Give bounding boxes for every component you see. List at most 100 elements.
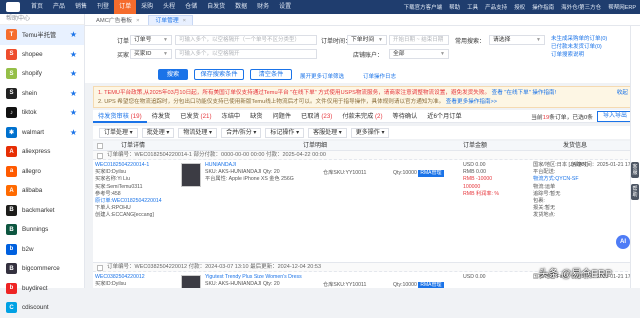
- more-filters-link[interactable]: 展开更多订单筛选: [300, 72, 344, 80]
- notice-link-1[interactable]: 查看 "在线下单" 操作指南!: [492, 90, 557, 96]
- star-icon[interactable]: ★: [70, 108, 77, 117]
- status-tab-7[interactable]: 付款未完成 (2): [337, 110, 387, 123]
- nav-item-4[interactable]: 订单: [114, 0, 137, 14]
- rma-button[interactable]: RMA管理: [418, 282, 444, 288]
- status-tab-0[interactable]: 待发货审核 (19): [93, 110, 147, 123]
- action-button-4[interactable]: 标记操作 ▾: [265, 127, 305, 138]
- notice-link-2[interactable]: 查看更多操作指南>>: [446, 99, 497, 105]
- right-service-button[interactable]: 客服: [631, 162, 639, 178]
- order-ops-log-link[interactable]: 订单操作日志: [363, 72, 396, 80]
- sidebar-item-b2w[interactable]: b b2w: [0, 240, 84, 260]
- sidebar-item-backmarket[interactable]: Bbackmarket: [0, 201, 84, 221]
- nav-right-item-3[interactable]: 产品支持: [485, 3, 507, 11]
- sidebar-item-allegro[interactable]: a allegro: [0, 162, 84, 182]
- right-help-button[interactable]: 帮助: [631, 184, 639, 200]
- date-range-input[interactable]: 开始日期 ~ 结束日期: [389, 35, 449, 45]
- top-nav: 首页 产品 销售 刊登 订单 采购 头程 仓储 自发货 数据 财务 设置 下载官方客户端 帮助 工具 产品支…: [0, 0, 640, 14]
- action-button-2[interactable]: 物流处理 ▾: [178, 127, 218, 138]
- order-type-select[interactable]: 订单号 ▼: [130, 35, 172, 45]
- nav-item-9[interactable]: 数据: [230, 0, 252, 14]
- buyer-input[interactable]: 可输入多个，以空格隔开: [175, 49, 317, 59]
- nav-item-0[interactable]: 首页: [26, 0, 48, 14]
- rma-button[interactable]: RMA管理: [418, 170, 444, 177]
- nav-right-item-5[interactable]: 操作指南: [532, 3, 554, 11]
- product-title[interactable]: Yigutest Trendy Plus Size Women's Dress: [205, 274, 302, 281]
- clear-conditions-button[interactable]: 清空条件: [250, 69, 292, 80]
- select-all-checkbox[interactable]: [97, 143, 103, 149]
- nav-item-6[interactable]: 头程: [158, 0, 180, 14]
- action-button-3[interactable]: 合并/拆分 ▾: [221, 127, 262, 138]
- status-tab-count: (23): [319, 112, 333, 120]
- sidebar-item-alibaba[interactable]: Aalibaba: [0, 181, 84, 201]
- status-tab-9[interactable]: 近6个月订单: [422, 110, 466, 123]
- star-icon[interactable]: ★: [70, 128, 77, 137]
- status-tab-8[interactable]: 等待确认: [388, 110, 423, 123]
- close-icon[interactable]: ×: [136, 18, 139, 24]
- nav-right-item-4[interactable]: 授权: [514, 3, 525, 11]
- sidebar-item-cdiscount[interactable]: Ccdiscount: [0, 298, 84, 318]
- star-icon[interactable]: ★: [70, 69, 77, 78]
- action-button-6[interactable]: 更多操作 ▾: [350, 127, 390, 138]
- sidebar-item-bigcommerce[interactable]: Bbigcommerce: [0, 259, 84, 279]
- status-tab-4[interactable]: 缺货: [245, 110, 267, 123]
- close-icon[interactable]: ×: [183, 18, 186, 24]
- product-thumbnail[interactable]: [181, 163, 201, 187]
- action-button-0[interactable]: 订单处理 ▾: [99, 127, 138, 138]
- status-tab-3[interactable]: 冻结中: [217, 110, 246, 123]
- tab-1[interactable]: 订单管理 ×: [148, 15, 194, 25]
- sidebar-item-shopee[interactable]: Sshopee ★: [0, 45, 84, 65]
- nav-item-3[interactable]: 刊登: [92, 0, 114, 14]
- platform-logo-icon: A: [6, 185, 17, 197]
- row-checkbox[interactable]: [97, 152, 103, 159]
- status-tab-5[interactable]: 问题件: [267, 110, 296, 123]
- shipping-line[interactable]: 物流方式:QYCN-SF: [533, 176, 588, 183]
- app-logo[interactable]: [0, 0, 26, 14]
- row-checkbox[interactable]: [97, 264, 103, 271]
- nav-right-item-7[interactable]: 帮帮网ERP: [608, 3, 636, 11]
- action-button-1[interactable]: 批处理 ▾: [141, 127, 175, 138]
- sidebar-item-aliexpress[interactable]: Aaliexpress: [0, 142, 84, 162]
- search-button[interactable]: 搜索: [158, 69, 188, 80]
- nav-item-7[interactable]: 仓储: [180, 0, 202, 14]
- save-search-button[interactable]: 保存搜索条件: [194, 69, 244, 80]
- sidebar-item-shopify[interactable]: Sshopify ★: [0, 64, 84, 84]
- buyer-type-select[interactable]: 买家ID ▼: [130, 49, 172, 59]
- sidebar-item-bunnings[interactable]: B Bunnings: [0, 220, 84, 240]
- nav-item-11[interactable]: 设置: [274, 0, 296, 14]
- nav-right-item-2[interactable]: 工具: [467, 3, 478, 11]
- right-link-3[interactable]: 订单搜索说明: [551, 50, 584, 58]
- nav-right-item-0[interactable]: 下载官方客户端: [404, 3, 443, 11]
- status-tab-2[interactable]: 已发货 (21): [175, 110, 216, 123]
- common-search-select[interactable]: 请选择 ▼: [489, 35, 545, 45]
- nav-item-10[interactable]: 财务: [252, 0, 274, 14]
- sidebar-item-walmart[interactable]: ✱ walmart ★: [0, 123, 84, 143]
- nav-item-1[interactable]: 产品: [48, 0, 70, 14]
- product-title[interactable]: HUNIANDAJI: [205, 162, 294, 169]
- nav-item-5[interactable]: 采购: [136, 0, 158, 14]
- nav-right-item-1[interactable]: 帮助: [449, 3, 460, 11]
- ai-assistant-button[interactable]: AI: [616, 235, 630, 249]
- product-thumbnail[interactable]: [181, 275, 201, 288]
- status-tab-1[interactable]: 待发货: [147, 110, 176, 123]
- sidebar-item-temu-[interactable]: T Temu半托管 ★: [0, 25, 84, 45]
- nav-item-8[interactable]: 自发货: [202, 0, 230, 14]
- import-export-button[interactable]: 导入导出: [596, 111, 633, 122]
- star-icon[interactable]: ★: [70, 89, 77, 98]
- item-info: Yigutest Trendy Plus Size Women's Dress S…: [205, 274, 302, 288]
- right-link-1[interactable]: 未生成采购单的订单(0): [551, 34, 607, 42]
- nav-right-item-6[interactable]: 海外仓/第三方仓: [561, 3, 601, 11]
- store-select[interactable]: 全部 ▼: [389, 49, 449, 59]
- sidebar-item-tiktok[interactable]: ♪ tiktok ★: [0, 103, 84, 123]
- sidebar-item-shein[interactable]: Sshein ★: [0, 84, 84, 104]
- notice-toggle[interactable]: 收起: [617, 89, 628, 98]
- star-icon[interactable]: ★: [70, 30, 77, 39]
- right-link-2[interactable]: 已付款未发货订单(0): [551, 42, 602, 50]
- date-type-select[interactable]: 下单时间 ▼: [347, 35, 387, 45]
- order-number-input[interactable]: 可输入多个，以空格隔开（一个单号不区分类型）: [175, 35, 317, 45]
- status-tab-6[interactable]: 已取消 (23): [296, 110, 337, 123]
- tab-0[interactable]: AMC广告看板 ×: [89, 15, 146, 25]
- sidebar-item-buydirect[interactable]: b buydirect: [0, 279, 84, 299]
- action-button-5[interactable]: 客服处理 ▾: [308, 127, 347, 138]
- nav-item-2[interactable]: 销售: [70, 0, 92, 14]
- star-icon[interactable]: ★: [70, 50, 77, 59]
